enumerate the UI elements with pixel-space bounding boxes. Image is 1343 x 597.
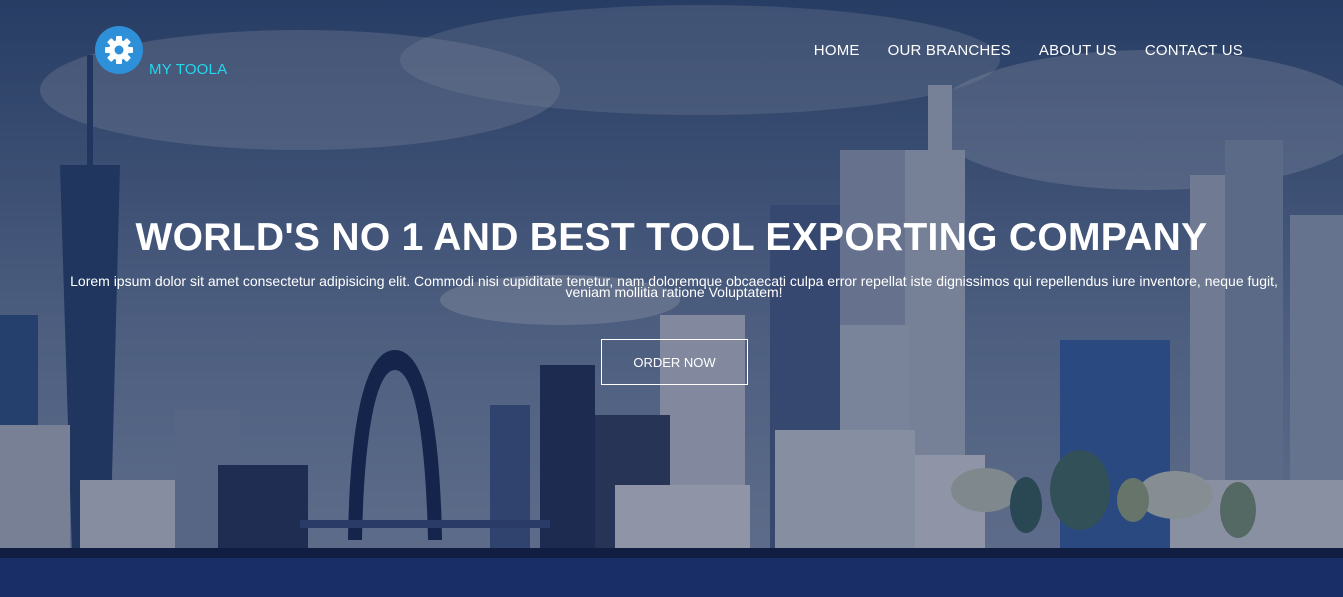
main-nav: HOME OUR BRANCHES ABOUT US CONTACT US — [814, 42, 1243, 59]
hero-title: WORLD'S NO 1 AND BEST TOOL EXPORTING COM… — [135, 216, 1208, 259]
nav-item-our-branches[interactable]: OUR BRANCHES — [888, 42, 1011, 59]
gear-icon — [105, 36, 133, 64]
hero-description: Lorem ipsum dolor sit amet consectetur a… — [70, 273, 1278, 300]
brand-logo[interactable]: MY TOOLA — [95, 26, 235, 82]
logo-badge — [95, 26, 143, 74]
nav-item-contact-us[interactable]: CONTACT US — [1145, 42, 1243, 59]
brand-name: MY TOOLA — [149, 61, 228, 78]
nav-item-about-us[interactable]: ABOUT US — [1039, 42, 1117, 59]
order-now-button[interactable]: ORDER NOW — [601, 339, 748, 385]
nav-item-home[interactable]: HOME — [814, 42, 860, 59]
